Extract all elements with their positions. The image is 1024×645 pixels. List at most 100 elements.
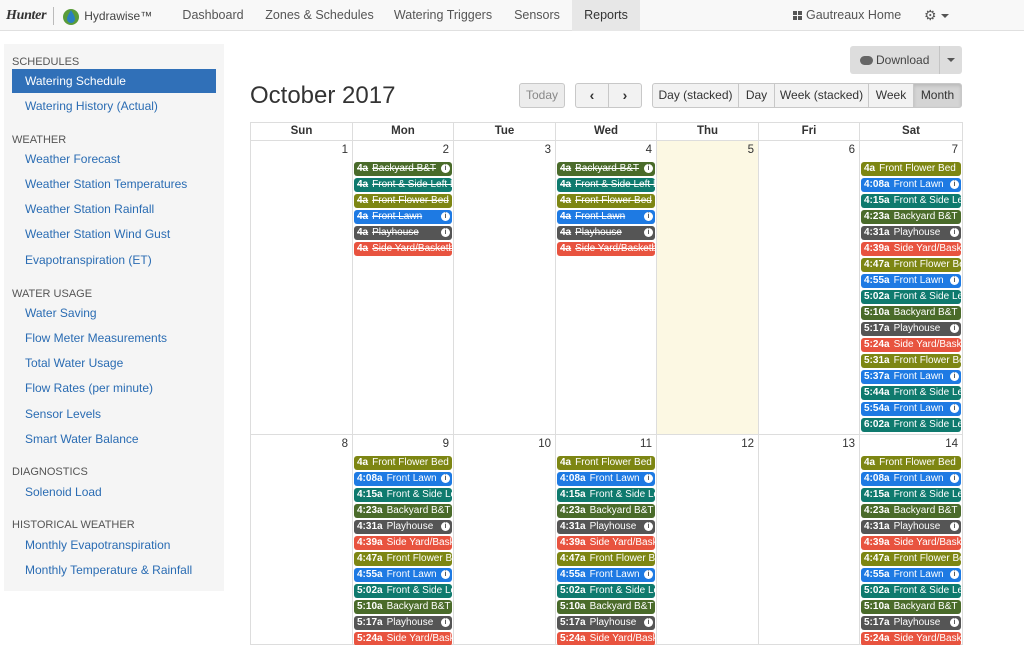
- watering-event[interactable]: 4:08a Front Lawn i: [354, 472, 452, 486]
- watering-event[interactable]: 4:23a Backyard B&T: [557, 504, 655, 518]
- info-icon[interactable]: i: [441, 212, 450, 221]
- sidebar-item-monthly-temp-rainfall[interactable]: Monthly Temperature & Rainfall: [12, 558, 216, 582]
- info-icon[interactable]: i: [644, 212, 653, 221]
- info-icon[interactable]: i: [441, 474, 450, 483]
- prev-month-button[interactable]: ‹: [575, 83, 609, 108]
- watering-event[interactable]: 4:47aFront Flower Bed: [861, 258, 961, 272]
- sidebar-item-monthly-et[interactable]: Monthly Evapotranspiration: [12, 533, 216, 557]
- day-cell[interactable]: 5: [657, 141, 759, 435]
- info-icon[interactable]: i: [644, 570, 653, 579]
- watering-event[interactable]: 5:10a Backyard B&T: [557, 600, 655, 614]
- chevron-down-icon[interactable]: [947, 58, 955, 62]
- watering-event[interactable]: 4aSide Yard/Basketball: [557, 242, 655, 256]
- watering-event[interactable]: 4:31a Playhouse i: [354, 520, 452, 534]
- watering-event[interactable]: 5:24aSide Yard/Basketball: [354, 632, 452, 645]
- watering-event[interactable]: 4:55a Front Lawn i: [557, 568, 655, 582]
- brand[interactable]: Hunter Hydrawise™: [6, 0, 152, 31]
- watering-event[interactable]: 4a Playhouse i: [557, 226, 655, 240]
- watering-event[interactable]: 4aSide Yard/Basketball: [354, 242, 452, 256]
- sidebar-item-sensor-levels[interactable]: Sensor Levels: [12, 402, 216, 426]
- watering-event[interactable]: 4:55a Front Lawn i: [354, 568, 452, 582]
- watering-event[interactable]: 4:15aFront & Side Left Lawn: [557, 488, 655, 502]
- watering-event[interactable]: 4:39aSide Yard/Basketball: [354, 536, 452, 550]
- watering-event[interactable]: 4:23a Backyard B&T: [354, 504, 452, 518]
- info-icon[interactable]: i: [644, 618, 653, 627]
- sidebar-item-solenoid-load[interactable]: Solenoid Load: [12, 480, 216, 504]
- info-icon[interactable]: i: [441, 522, 450, 531]
- watering-event[interactable]: 4:55a Front Lawn i: [861, 274, 961, 288]
- watering-event[interactable]: 4:08a Front Lawn i: [861, 178, 961, 192]
- watering-event[interactable]: 4a Front Flower Bed: [861, 456, 961, 470]
- watering-event[interactable]: 4a Front Flower Bed: [557, 456, 655, 470]
- next-month-button[interactable]: ›: [608, 83, 642, 108]
- sidebar-item-watering-schedule[interactable]: Watering Schedule: [12, 69, 216, 93]
- watering-event[interactable]: 4:55a Front Lawn i: [861, 568, 961, 582]
- view-week-stacked-button[interactable]: Week (stacked): [774, 83, 869, 108]
- info-icon[interactable]: i: [644, 522, 653, 531]
- watering-event[interactable]: 5:10a Backyard B&T: [861, 306, 961, 320]
- download-button[interactable]: Download: [850, 46, 962, 74]
- nav-zones-schedules[interactable]: Zones & Schedules: [256, 0, 383, 31]
- info-icon[interactable]: i: [950, 228, 959, 237]
- view-month-button[interactable]: Month: [913, 83, 962, 108]
- day-cell[interactable]: 12: [657, 435, 759, 645]
- watering-event[interactable]: 4:47aFront Flower Bed: [354, 552, 452, 566]
- view-day-stacked-button[interactable]: Day (stacked): [652, 83, 739, 108]
- day-cell[interactable]: 13: [759, 435, 860, 645]
- sidebar-item-station-rainfall[interactable]: Weather Station Rainfall: [12, 197, 216, 221]
- sidebar-item-weather-forecast[interactable]: Weather Forecast: [12, 147, 216, 171]
- watering-event[interactable]: 4:08a Front Lawn i: [861, 472, 961, 486]
- watering-event[interactable]: 5:17a Playhouse i: [861, 616, 961, 630]
- watering-event[interactable]: 5:17a Playhouse i: [861, 322, 961, 336]
- info-icon[interactable]: i: [441, 164, 450, 173]
- info-icon[interactable]: i: [950, 180, 959, 189]
- watering-event[interactable]: 4aFront & Side Left Lawn: [557, 178, 655, 192]
- info-icon[interactable]: i: [441, 228, 450, 237]
- watering-event[interactable]: 5:37a Front Lawn i: [861, 370, 961, 384]
- watering-event[interactable]: 4:47aFront Flower Bed: [557, 552, 655, 566]
- watering-event[interactable]: 4a Front Flower Bed: [557, 194, 655, 208]
- watering-event[interactable]: 4:08a Front Lawn i: [557, 472, 655, 486]
- info-icon[interactable]: i: [950, 570, 959, 579]
- day-cell[interactable]: 1: [251, 141, 353, 435]
- watering-event[interactable]: 6:02aFront & Side Left Lawn: [861, 418, 961, 432]
- watering-event[interactable]: 4:39aSide Yard/Basketball: [861, 536, 961, 550]
- watering-event[interactable]: 5:10a Backyard B&T: [354, 600, 452, 614]
- watering-event[interactable]: 5:02aFront & Side Left Lawn: [861, 290, 961, 304]
- watering-event[interactable]: 4a Playhouse i: [354, 226, 452, 240]
- day-cell[interactable]: 10: [454, 435, 556, 645]
- settings-menu[interactable]: ⚙: [924, 0, 949, 31]
- watering-event[interactable]: 4:15aFront & Side Left Lawn: [354, 488, 452, 502]
- watering-event[interactable]: 4a Front Lawn i: [354, 210, 452, 224]
- watering-event[interactable]: 5:44aFront & Side Left Lawn: [861, 386, 961, 400]
- watering-event[interactable]: 5:02aFront & Side Left Lawn: [557, 584, 655, 598]
- watering-event[interactable]: 4:31a Playhouse i: [861, 226, 961, 240]
- info-icon[interactable]: i: [441, 618, 450, 627]
- info-icon[interactable]: i: [644, 228, 653, 237]
- watering-event[interactable]: 5:02aFront & Side Left Lawn: [861, 584, 961, 598]
- day-cell[interactable]: 3: [454, 141, 556, 435]
- watering-event[interactable]: 5:24aSide Yard/Basketball: [557, 632, 655, 645]
- watering-event[interactable]: 4:31a Playhouse i: [861, 520, 961, 534]
- info-icon[interactable]: i: [950, 276, 959, 285]
- watering-event[interactable]: 5:24aSide Yard/Basketball: [861, 632, 961, 645]
- sidebar-item-smart-water-balance[interactable]: Smart Water Balance: [12, 427, 216, 451]
- watering-event[interactable]: 4:23a Backyard B&T: [861, 504, 961, 518]
- day-cell[interactable]: 6: [759, 141, 860, 435]
- sidebar-item-station-wind-gust[interactable]: Weather Station Wind Gust: [12, 222, 216, 246]
- info-icon[interactable]: i: [950, 404, 959, 413]
- sidebar-item-flow-meter[interactable]: Flow Meter Measurements: [12, 326, 216, 350]
- watering-event[interactable]: 4a Backyard B&T i: [354, 162, 452, 176]
- watering-event[interactable]: 5:02aFront & Side Left Lawn: [354, 584, 452, 598]
- watering-event[interactable]: 4:47aFront Flower Bed: [861, 552, 961, 566]
- nav-watering-triggers[interactable]: Watering Triggers: [384, 0, 502, 31]
- nav-reports[interactable]: Reports: [572, 0, 640, 31]
- info-icon[interactable]: i: [644, 474, 653, 483]
- day-cell[interactable]: 14 4a Front Flower Bed 4:08a Front Lawn i 4:15…: [860, 435, 963, 645]
- sidebar-item-total-water-usage[interactable]: Total Water Usage: [12, 351, 216, 375]
- watering-event[interactable]: 5:10a Backyard B&T: [861, 600, 961, 614]
- watering-event[interactable]: 5:17a Playhouse i: [557, 616, 655, 630]
- watering-event[interactable]: 4aFront & Side Left Lawn: [354, 178, 452, 192]
- watering-event[interactable]: 4:23a Backyard B&T: [861, 210, 961, 224]
- sidebar-item-evapotranspiration[interactable]: Evapotranspiration (ET): [12, 248, 216, 272]
